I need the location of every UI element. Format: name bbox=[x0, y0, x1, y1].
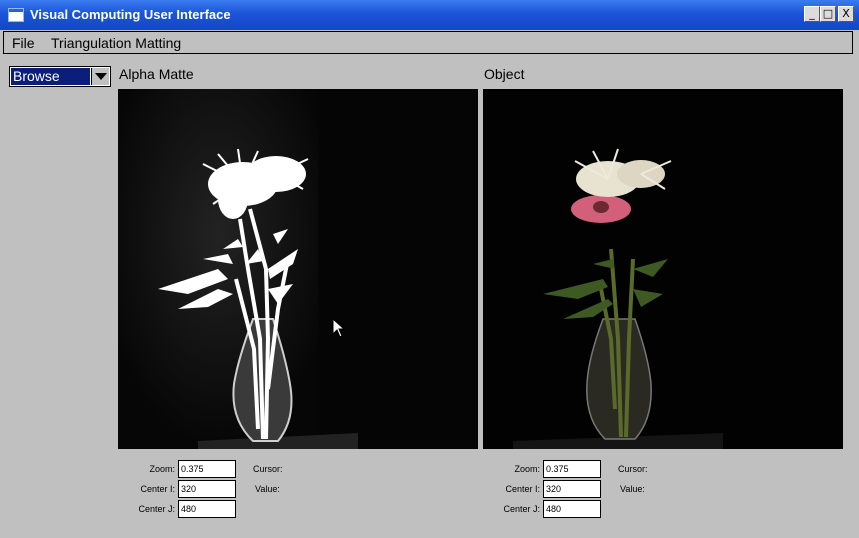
alpha-value-label: Value: bbox=[255, 484, 280, 494]
alpha-zoom-input[interactable] bbox=[178, 460, 236, 478]
maximize-button[interactable]: □ bbox=[820, 6, 836, 22]
window-title: Visual Computing User Interface bbox=[30, 7, 231, 22]
alpha-center-j-input[interactable] bbox=[178, 500, 236, 518]
close-button[interactable]: X bbox=[838, 6, 854, 22]
object-value-label: Value: bbox=[620, 484, 645, 494]
object-zoom-input[interactable] bbox=[543, 460, 601, 478]
object-cursor-label: Cursor: bbox=[618, 464, 648, 474]
mode-dropdown-value[interactable]: Browse bbox=[11, 68, 90, 85]
menu-file[interactable]: File bbox=[12, 35, 35, 51]
alpha-matte-title: Alpha Matte bbox=[119, 66, 194, 82]
object-center-i-input[interactable] bbox=[543, 480, 601, 498]
object-center-j-label: Center J: bbox=[503, 504, 540, 514]
alpha-center-i-input[interactable] bbox=[178, 480, 236, 498]
app-window-icon bbox=[8, 8, 24, 22]
object-title: Object bbox=[484, 66, 525, 82]
alpha-cursor-label: Cursor: bbox=[253, 464, 283, 474]
alpha-center-j-label: Center J: bbox=[138, 504, 175, 514]
object-graphic bbox=[483, 89, 843, 449]
alpha-zoom-label: Zoom: bbox=[149, 464, 175, 474]
object-zoom-label: Zoom: bbox=[514, 464, 540, 474]
object-center-i-label: Center I: bbox=[505, 484, 540, 494]
menu-triangulation-matting[interactable]: Triangulation Matting bbox=[51, 35, 181, 51]
minimize-button[interactable]: _ bbox=[804, 6, 820, 22]
object-image[interactable] bbox=[483, 89, 843, 449]
alpha-matte-image[interactable] bbox=[118, 89, 478, 449]
title-bar[interactable]: Visual Computing User Interface _ □ X bbox=[0, 0, 859, 30]
alpha-matte-graphic bbox=[118, 89, 478, 449]
alpha-center-i-label: Center I: bbox=[140, 484, 175, 494]
mouse-pointer-icon bbox=[332, 318, 346, 338]
mode-dropdown[interactable]: Browse bbox=[9, 66, 111, 87]
object-center-j-input[interactable] bbox=[543, 500, 601, 518]
menu-bar: File Triangulation Matting bbox=[3, 31, 853, 54]
chevron-down-icon[interactable] bbox=[91, 68, 109, 85]
